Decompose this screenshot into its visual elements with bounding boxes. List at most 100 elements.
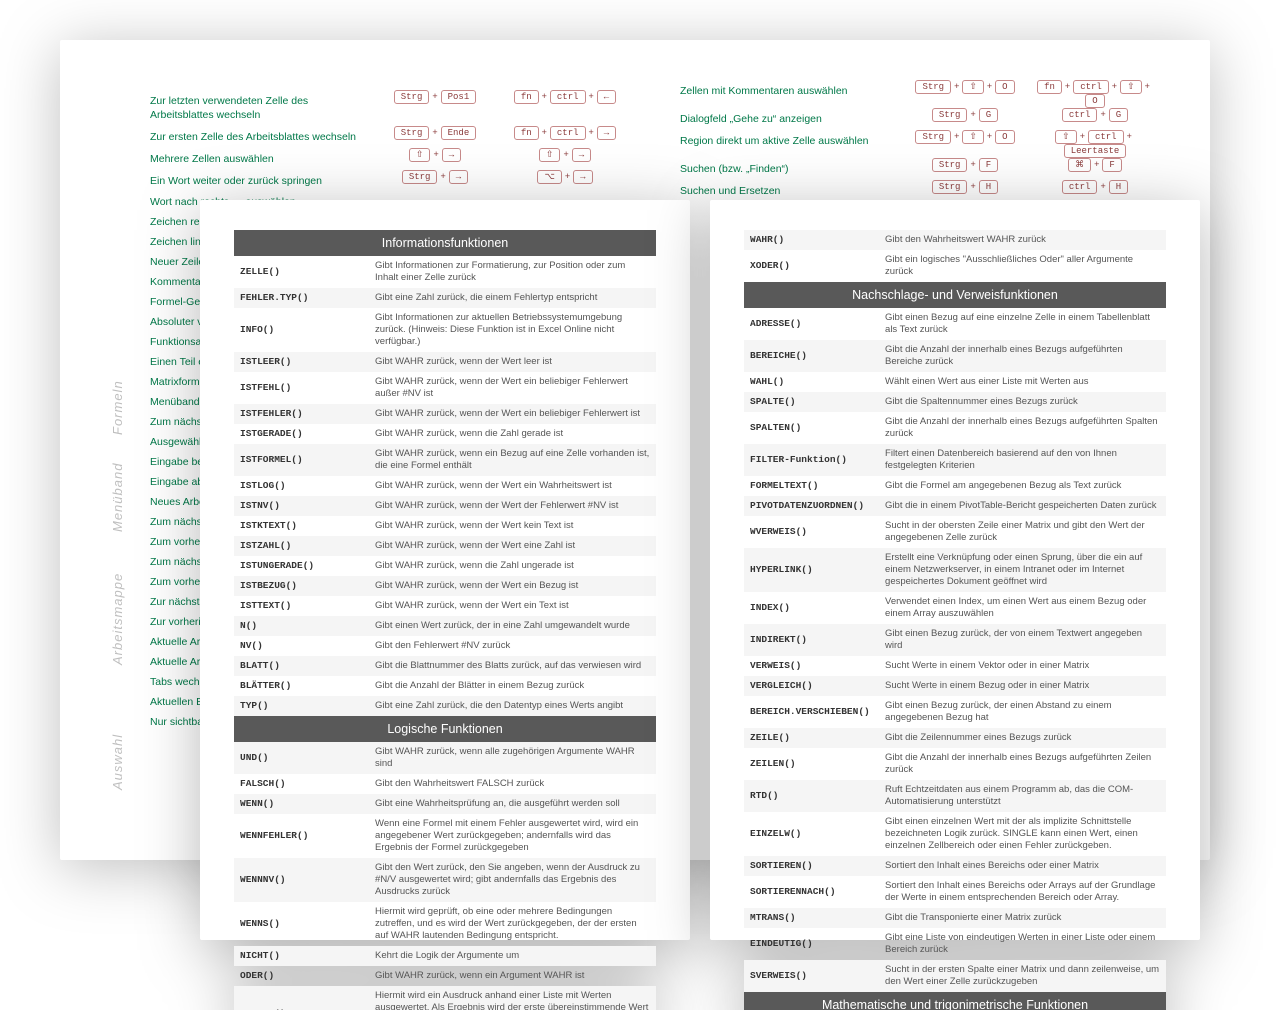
function-row: FORMELTEXT() Gibt die Formel am angegebe… [744,476,1166,496]
function-description: Gibt die Spaltennummer eines Bezugs zurü… [879,392,1166,412]
function-name: SPALTE() [744,392,879,412]
shortcut-row: Ein Wort weiter oder zurück springen Str… [150,170,630,192]
function-row: WAHL() Wählt einen Wert aus einer Liste … [744,372,1166,392]
function-name: EINDEUTIG() [744,928,879,960]
function-name: ISTZAHL() [234,536,369,556]
function-description: Gibt den Wahrheitswert FALSCH zurück [369,774,656,794]
function-row: WENNS() Hiermit wird geprüft, ob eine od… [234,902,656,946]
category-label-formeln: Formeln [110,380,125,435]
function-row: ISTUNGERADE() Gibt WAHR zurück, wenn die… [234,556,656,576]
function-row: ZEILEN() Gibt die Anzahl der innerhalb e… [744,748,1166,780]
function-description: Gibt Informationen zur Formatierung, zur… [369,256,656,288]
shortcut-row: Mehrere Zellen auswählen ⇧+→ ⇧+→ [150,148,630,170]
shortcut-mac-keys: ⌥+→ [500,170,630,184]
shortcut-mac-keys: fn+ctrl+⇧+O [1030,80,1160,108]
function-name: WENNNV() [234,858,369,902]
function-description: Gibt WAHR zurück, wenn der Wert leer ist [369,352,656,372]
function-description: Gibt den Fehlerwert #NV zurück [369,636,656,656]
function-description: Gibt eine Zahl zurück, die einem Fehlert… [369,288,656,308]
function-description: Filtert einen Datenbereich basierend auf… [879,444,1166,476]
function-row: SWITCH() Hiermit wird ein Ausdruck anhan… [234,986,656,1010]
function-name: INDIREKT() [744,624,879,656]
function-description: Gibt die in einem PivotTable-Bericht ges… [879,496,1166,516]
function-description: Gibt WAHR zurück, wenn der Wert ein beli… [369,372,656,404]
function-description: Gibt einen einzelnen Wert mit der als im… [879,812,1166,856]
function-name: WENN() [234,794,369,814]
function-description: Sortiert den Inhalt eines Bereichs oder … [879,856,1166,876]
function-description: Gibt die Blattnummer des Blatts zurück, … [369,656,656,676]
function-description: Gibt einen Bezug zurück, der einen Absta… [879,696,1166,728]
function-description: Gibt WAHR zurück, wenn ein Bezug auf ein… [369,444,656,476]
function-description: Gibt WAHR zurück, wenn der Wert eine Zah… [369,536,656,556]
function-row: ISTFEHL() Gibt WAHR zurück, wenn der Wer… [234,372,656,404]
shortcut-windows-keys: Strg+F [900,158,1030,172]
function-row: ISTTEXT() Gibt WAHR zurück, wenn der Wer… [234,596,656,616]
function-description: Gibt WAHR zurück, wenn der Wert ein beli… [369,404,656,424]
function-name: XODER() [744,250,879,282]
function-row: PIVOTDATENZUORDNEN() Gibt die in einem P… [744,496,1166,516]
shortcut-mac-keys: ctrl+G [1030,108,1160,122]
shortcut-row: Zellen mit Kommentaren auswählen Strg+⇧+… [680,80,1160,108]
function-description: Gibt WAHR zurück, wenn die Zahl gerade i… [369,424,656,444]
function-row: N() Gibt einen Wert zurück, der in eine … [234,616,656,636]
function-name: SVERWEIS() [744,960,879,992]
function-name: ZELLE() [234,256,369,288]
function-row: SPALTEN() Gibt die Anzahl der innerhalb … [744,412,1166,444]
function-description: Sucht in der ersten Spalte einer Matrix … [879,960,1166,992]
function-description: Gibt einen Bezug auf eine einzelne Zelle… [879,308,1166,340]
section-header: Logische Funktionen [234,716,656,742]
function-name: SPALTEN() [744,412,879,444]
function-name: ZEILE() [744,728,879,748]
function-name: BLÄTTER() [234,676,369,696]
function-description: Gibt WAHR zurück, wenn der Wert der Fehl… [369,496,656,516]
shortcut-label: Suchen (bzw. „Finden“) [680,158,900,180]
function-row: FALSCH() Gibt den Wahrheitswert FALSCH z… [234,774,656,794]
function-name: MTRANS() [744,908,879,928]
function-description: Gibt die Anzahl der innerhalb eines Bezu… [879,340,1166,372]
function-row: FEHLER.TYP() Gibt eine Zahl zurück, die … [234,288,656,308]
function-name: BEREICHE() [744,340,879,372]
shortcut-label: Mehrere Zellen auswählen [150,148,370,170]
function-name: ODER() [234,966,369,986]
function-description: Gibt ein logisches "Ausschließliches Ode… [879,250,1166,282]
function-description: Gibt WAHR zurück, wenn der Wert ein Text… [369,596,656,616]
function-name: WENNFEHLER() [234,814,369,858]
shortcut-mac-keys: ctrl+H [1030,180,1160,194]
function-name: TYP() [234,696,369,716]
shortcut-label: Zur ersten Zelle des Arbeitsblattes wech… [150,126,370,148]
function-description: Sortiert den Inhalt eines Bereichs oder … [879,876,1166,908]
shortcut-mac-keys: ⇧+→ [500,148,630,162]
function-row: WVERWEIS() Sucht in der obersten Zeile e… [744,516,1166,548]
function-name: ISTFEHLER() [234,404,369,424]
function-description: Gibt eine Wahrheitsprüfung an, die ausge… [369,794,656,814]
shortcut-row: Zur letzten verwendeten Zelle des Arbeit… [150,90,630,126]
document-page-4: InformationsfunktionenZELLE() Gibt Infor… [200,200,690,940]
category-label-auswahl: Auswahl [110,734,125,790]
function-description: Gibt die Anzahl der Blätter in einem Bez… [369,676,656,696]
function-row: ADRESSE() Gibt einen Bezug auf eine einz… [744,308,1166,340]
function-description: Ruft Echtzeitdaten aus einem Programm ab… [879,780,1166,812]
function-row: SPALTE() Gibt die Spaltennummer eines Be… [744,392,1166,412]
function-name: ISTTEXT() [234,596,369,616]
function-name: ISTUNGERADE() [234,556,369,576]
function-row: SORTIERENNACH() Sortiert den Inhalt eine… [744,876,1166,908]
function-row: XODER() Gibt ein logisches "Ausschließli… [744,250,1166,282]
shortcut-label: Dialogfeld „Gehe zu“ anzeigen [680,108,900,130]
function-name: WAHL() [744,372,879,392]
function-name: ADRESSE() [744,308,879,340]
function-description: Gibt eine Zahl zurück, die den Datentyp … [369,696,656,716]
function-name: HYPERLINK() [744,548,879,592]
function-name: BEREICH.VERSCHIEBEN() [744,696,879,728]
function-name: WVERWEIS() [744,516,879,548]
function-name: ISTKTEXT() [234,516,369,536]
function-description: Gibt einen Wert zurück, der in eine Zahl… [369,616,656,636]
function-name: SWITCH() [234,986,369,1010]
shortcut-mac-keys: ⌘+F [1030,158,1160,172]
function-name: FILTER-Funktion() [744,444,879,476]
function-description: Gibt den Wahrheitswert WAHR zurück [879,230,1166,250]
function-row: WENN() Gibt eine Wahrheitsprüfung an, di… [234,794,656,814]
function-row: NV() Gibt den Fehlerwert #NV zurück [234,636,656,656]
function-row: ZELLE() Gibt Informationen zur Formatier… [234,256,656,288]
function-name: VERGLEICH() [744,676,879,696]
function-row: FILTER-Funktion() Filtert einen Datenber… [744,444,1166,476]
